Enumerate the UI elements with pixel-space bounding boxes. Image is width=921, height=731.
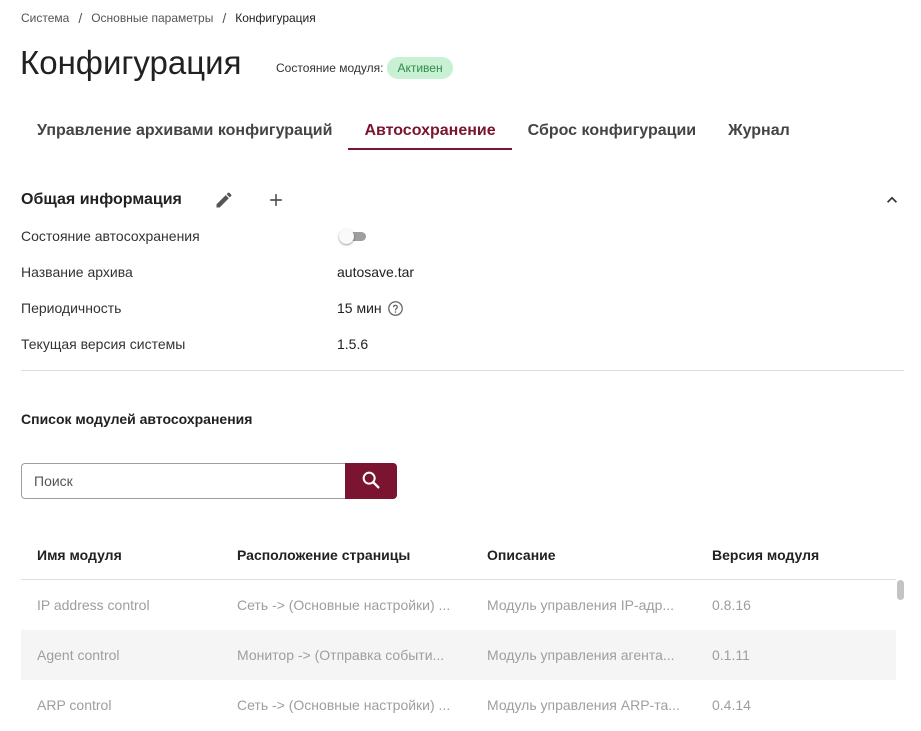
modules-list-title: Список модулей автосохранения [21, 411, 253, 427]
breadcrumb-current: Конфигурация [235, 11, 316, 25]
info-value: 1.5.6 [337, 336, 369, 352]
tab-autosave[interactable]: Автосохранение [348, 112, 512, 150]
tab-archives[interactable]: Управление архивами конфигураций [21, 112, 348, 150]
breadcrumb-separator: / [222, 10, 227, 26]
cell-description: Модуль управления агента... [487, 647, 675, 663]
plus-icon[interactable] [264, 188, 288, 212]
chevron-up-icon[interactable] [880, 188, 904, 212]
cell-location: Сеть -> (Основные настройки) ... [237, 597, 451, 613]
info-label: Состояние автосохранения [21, 228, 200, 244]
cell-module-name: Agent control [37, 647, 120, 663]
info-label: Периодичность [21, 300, 122, 316]
info-value: autosave.tar [337, 264, 415, 280]
cell-description: Модуль управления ARP-та... [487, 697, 680, 713]
table-scrollbar[interactable] [897, 580, 904, 600]
section-title: Общая информация [21, 191, 182, 208]
search-button[interactable] [345, 463, 397, 499]
info-row-autosave-state: Состояние автосохранения [21, 226, 367, 246]
info-label: Название архива [21, 264, 133, 280]
breadcrumb: Система / Основные параметры / Конфигура… [21, 10, 316, 26]
column-header-description[interactable]: Описание [471, 547, 696, 563]
search-icon [360, 469, 382, 494]
cell-version: 0.1.11 [712, 647, 750, 663]
page-title: Конфигурация [20, 44, 242, 81]
cell-location: Сеть -> (Основные настройки) ... [237, 697, 451, 713]
info-label: Текущая версия системы [21, 336, 186, 352]
divider [21, 370, 904, 371]
toggle-knob [339, 229, 354, 244]
column-header-name[interactable]: Имя модуля [21, 547, 221, 563]
tab-reset[interactable]: Сброс конфигурации [512, 112, 713, 150]
breadcrumb-separator: / [78, 10, 83, 26]
info-value-wrap: 15 мин [337, 300, 404, 317]
info-row-system-version: Текущая версия системы 1.5.6 [21, 334, 368, 354]
general-info-header: Общая информация [21, 188, 904, 212]
cell-module-name: IP address control [37, 597, 150, 613]
breadcrumb-item-basic-params[interactable]: Основные параметры [91, 11, 213, 25]
cell-module-name: ARP control [37, 697, 112, 713]
search-input[interactable] [21, 463, 346, 499]
tab-journal[interactable]: Журнал [712, 112, 806, 150]
cell-version: 0.4.14 [712, 697, 751, 713]
module-state-label: Состояние модуля: [276, 61, 384, 75]
status-badge: Активен [387, 57, 453, 79]
modules-table: Имя модуля Расположение страницы Описани… [21, 530, 896, 730]
search-box [21, 463, 397, 499]
table-row[interactable]: IP address control Сеть -> (Основные нас… [21, 580, 896, 630]
column-header-location[interactable]: Расположение страницы [221, 547, 471, 563]
question-circle-icon[interactable] [387, 300, 404, 317]
table-row[interactable]: ARP control Сеть -> (Основные настройки)… [21, 680, 896, 730]
table-header: Имя модуля Расположение страницы Описани… [21, 530, 896, 580]
tab-bar: Управление архивами конфигураций Автосох… [21, 112, 806, 150]
cell-version: 0.8.16 [712, 597, 751, 613]
info-value: 15 мин [337, 300, 382, 316]
pencil-icon[interactable] [212, 188, 236, 212]
cell-location: Монитор -> (Отправка событи... [237, 647, 445, 663]
cell-description: Модуль управления IP-адр... [487, 597, 675, 613]
info-row-archive-name: Название архива autosave.tar [21, 262, 414, 282]
info-row-period: Периодичность 15 мин [21, 298, 404, 318]
module-state: Состояние модуля: Активен [276, 57, 453, 79]
column-header-version[interactable]: Версия модуля [696, 547, 896, 563]
table-row[interactable]: Agent control Монитор -> (Отправка событ… [21, 630, 896, 680]
autosave-toggle[interactable] [337, 228, 367, 244]
breadcrumb-item-system[interactable]: Система [21, 11, 69, 25]
